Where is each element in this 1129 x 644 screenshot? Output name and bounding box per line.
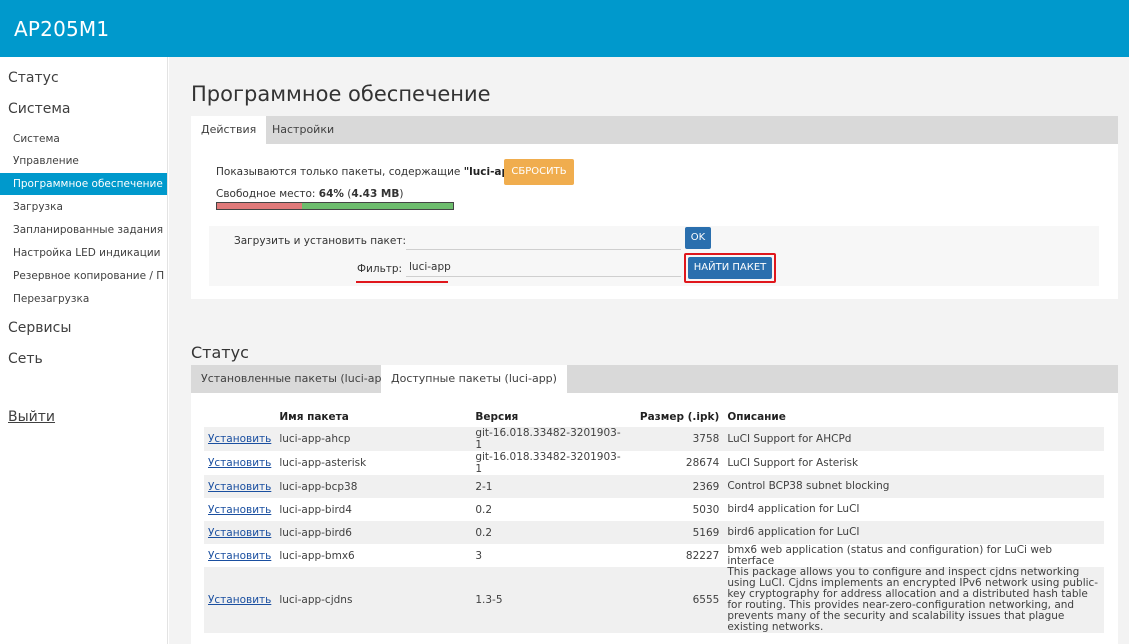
free-space-percent: 64% (318, 188, 344, 200)
package-name: luci-app-bird4 (279, 503, 352, 516)
sidebar-item-led-config[interactable]: Настройка LED индикации (0, 242, 167, 264)
upload-label: Загрузить и установить пакет: (234, 235, 407, 247)
tab-available-packages[interactable]: Доступные пакеты (luci-app) (381, 365, 567, 393)
tab-installed-packages[interactable]: Установленные пакеты (luci-app) (191, 365, 403, 393)
sidebar: Статус Система Система Управление Програ… (0, 57, 168, 644)
nav-category-status[interactable]: Статус (8, 70, 59, 86)
ok-button[interactable]: OK (685, 227, 711, 249)
reset-filter-button[interactable]: СБРОСИТЬ (504, 159, 574, 185)
free-space-mb: 4.43 MB (351, 188, 400, 200)
package-name: luci-app-bcp38 (275, 475, 472, 498)
package-size: 5030 (692, 503, 720, 516)
install-link[interactable]: Установить (208, 433, 271, 445)
sidebar-item-scheduled-tasks[interactable]: Запланированные задания (0, 219, 167, 241)
table-header-row: Имя пакета Версия Размер (.ipk) Описание (204, 407, 1104, 427)
upload-input[interactable] (406, 230, 681, 250)
filter-label: Фильтр: (357, 263, 403, 275)
tab-settings[interactable]: Настройки (262, 116, 344, 144)
package-name: luci-app-cjdns (275, 567, 472, 633)
table-row: Установить luci-app-cjdns 1.3-5 6555 Thi… (204, 567, 1104, 633)
package-size: 2369 (626, 475, 724, 498)
brand-title[interactable]: AP205M1 (14, 17, 109, 41)
package-description: LuCI Support for AHCPd (723, 427, 1104, 451)
package-description: LuCI Support for Asterisk (727, 456, 859, 469)
package-description: This package allows you to configure and… (723, 567, 1104, 633)
package-version: 1.3-5 (471, 567, 627, 633)
free-space-bar (216, 202, 454, 210)
column-header-description: Описание (727, 411, 786, 423)
actions-panel: Показываются только пакеты, содержащие "… (191, 144, 1118, 299)
sidebar-item-backup[interactable]: Резервное копирование / П (0, 265, 167, 287)
nav-category-network[interactable]: Сеть (8, 351, 43, 367)
install-panel: Загрузить и установить пакет: OK Фильтр:… (209, 226, 1099, 286)
column-header-version: Версия (475, 411, 519, 423)
packages-panel: Имя пакета Версия Размер (.ipk) Описание… (191, 393, 1118, 644)
package-description: bmx6 web application (status and configu… (727, 543, 1053, 567)
sidebar-item-reboot[interactable]: Перезагрузка (0, 288, 167, 310)
package-version: git-16.018.33482-3201903-1 (475, 451, 621, 475)
package-description: bird6 application for LuCI (723, 521, 1104, 544)
status-tab-bar: Установленные пакеты (luci-app) Доступны… (191, 365, 1118, 393)
sidebar-item-software[interactable]: Программное обеспечение (0, 173, 167, 195)
column-header-action (204, 407, 275, 427)
free-space-paren-close: ) (399, 188, 404, 200)
package-version: 0.2 (475, 503, 493, 516)
package-size: 28674 (685, 457, 720, 469)
status-title: Статус (191, 343, 249, 362)
package-description: Control BCP38 subnet blocking (723, 475, 1104, 498)
package-size: 5169 (626, 521, 724, 544)
install-link[interactable]: Установить (208, 550, 271, 562)
free-space-label: Свободное место: 64% (4.43 MB) (216, 188, 403, 200)
package-size: 6555 (626, 567, 724, 633)
used-space-fill (217, 203, 302, 209)
main-content: Программное обеспечение Действия Настрой… (169, 57, 1129, 644)
table-row: Установить luci-app-ahcp git-16.018.3348… (204, 427, 1104, 451)
sidebar-item-system[interactable]: Система (0, 128, 167, 150)
package-version: 3 (475, 549, 483, 562)
table-row: Установить luci-app-bird6 0.2 5169 bird6… (204, 521, 1104, 544)
package-version: 2-1 (471, 475, 627, 498)
install-link[interactable]: Установить (208, 457, 271, 469)
package-name: luci-app-bmx6 (279, 549, 355, 562)
package-name: luci-app-asterisk (279, 457, 367, 469)
column-header-size: Размер (.ipk) (639, 411, 720, 423)
logout-link[interactable]: Выйти (8, 409, 55, 425)
package-size: 3758 (626, 427, 724, 451)
find-package-button[interactable]: НАЙТИ ПАКЕТ (688, 257, 772, 279)
top-bar: AP205M1 (0, 0, 1129, 57)
column-header-name: Имя пакета (279, 411, 349, 423)
package-description: bird4 application for LuCI (727, 503, 860, 515)
install-link[interactable]: Установить (208, 594, 271, 606)
table-row: Установить luci-app-asterisk git-16.018.… (204, 451, 1104, 475)
package-name: luci-app-bird6 (275, 521, 472, 544)
install-link[interactable]: Установить (208, 481, 271, 493)
package-version: 0.2 (471, 521, 627, 544)
free-space-prefix: Свободное место: (216, 188, 319, 200)
filter-notice: Показываются только пакеты, содержащие "… (216, 166, 522, 178)
nav-category-system[interactable]: Система (8, 101, 70, 117)
highlight-underline (356, 281, 448, 283)
package-version: git-16.018.33482-3201903-1 (471, 427, 627, 451)
install-link[interactable]: Установить (208, 527, 271, 539)
package-name: luci-app-ahcp (275, 427, 472, 451)
filter-notice-text: Показываются только пакеты, содержащие (216, 166, 464, 178)
table-row: Установить luci-app-bird4 0.2 5030 bird4… (204, 498, 1104, 521)
sidebar-item-management[interactable]: Управление (0, 150, 167, 172)
table-row: Установить luci-app-bcp38 2-1 2369 Contr… (204, 475, 1104, 498)
sidebar-item-startup[interactable]: Загрузка (0, 196, 167, 218)
install-link[interactable]: Установить (208, 504, 271, 516)
table-row: Установить luci-app-bmx6 3 82227 bmx6 we… (204, 544, 1104, 567)
package-size: 82227 (685, 549, 720, 562)
page-title: Программное обеспечение (191, 82, 491, 106)
filter-input[interactable] (406, 257, 681, 277)
actions-tab-bar: Действия Настройки (191, 116, 1118, 144)
tab-actions[interactable]: Действия (191, 116, 267, 144)
nav-category-services[interactable]: Сервисы (8, 320, 71, 336)
packages-table: Имя пакета Версия Размер (.ipk) Описание… (204, 407, 1104, 633)
